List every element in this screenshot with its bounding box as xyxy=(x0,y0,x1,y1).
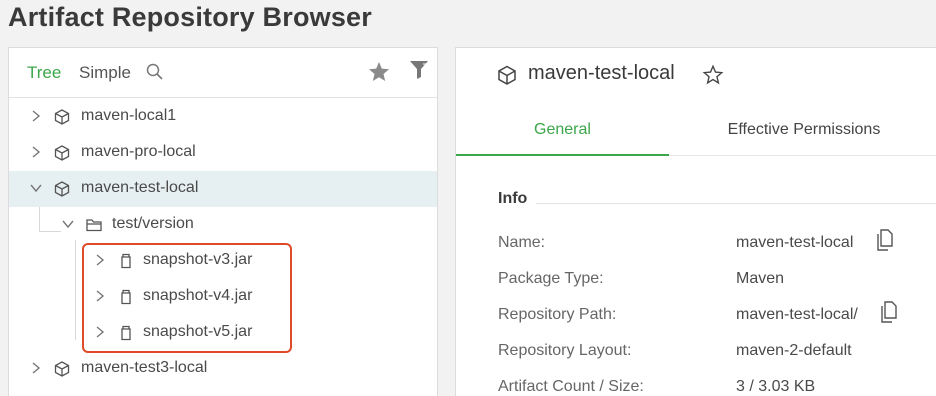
tree-item-maven-local1[interactable]: maven-local1 xyxy=(9,99,437,135)
highlight-annotation xyxy=(82,243,292,353)
repo-title: maven-test-local xyxy=(528,62,675,84)
tree-toolbar: Tree Simple xyxy=(9,48,437,98)
chevron-right-icon[interactable] xyxy=(29,145,43,159)
tree-item-maven-test-local[interactable]: maven-test-local xyxy=(9,171,437,207)
section-divider xyxy=(536,203,936,204)
filter-icon[interactable] xyxy=(407,58,431,82)
tab-general[interactable]: General xyxy=(456,110,669,156)
info-key: Repository Layout: xyxy=(498,342,632,359)
details-panel: maven-test-local General Effective Permi… xyxy=(455,47,936,396)
chevron-right-icon[interactable] xyxy=(29,361,43,375)
info-value: maven-test-local xyxy=(736,234,854,251)
tab-effective-permissions[interactable]: Effective Permissions xyxy=(669,110,936,156)
tree-item-label: test/version xyxy=(112,215,194,232)
tree-item-label: maven-pro-local xyxy=(81,143,196,160)
cube-icon xyxy=(54,109,70,125)
folder-icon xyxy=(86,219,102,232)
info-key: Artifact Count / Size: xyxy=(498,378,644,395)
info-row-package-type: Package Type: Maven xyxy=(498,270,936,306)
info-key: Repository Path: xyxy=(498,306,617,323)
info-value: 3 / 3.03 KB xyxy=(736,378,816,395)
cube-icon xyxy=(498,65,516,85)
star-icon[interactable] xyxy=(367,60,391,84)
cube-icon xyxy=(54,361,70,377)
page-title: Artifact Repository Browser xyxy=(8,2,372,32)
search-icon[interactable] xyxy=(145,62,165,82)
info-row-repository-layout: Repository Layout: maven-2-default xyxy=(498,342,936,378)
tab-tree[interactable]: Tree xyxy=(27,63,61,83)
detail-tabs: General Effective Permissions xyxy=(456,110,936,156)
tree-item-label: maven-local1 xyxy=(81,107,177,124)
info-row-name: Name: maven-test-local xyxy=(498,229,936,270)
chevron-down-icon[interactable] xyxy=(29,181,43,195)
tree-item-maven-test3-local[interactable]: maven-test3-local xyxy=(9,351,437,387)
chevron-right-icon[interactable] xyxy=(29,109,43,123)
info-value: maven-2-default xyxy=(736,342,852,359)
cube-icon xyxy=(54,181,70,197)
tab-simple[interactable]: Simple xyxy=(79,63,131,83)
tree-item-label: maven-test-local xyxy=(81,179,199,196)
cube-icon xyxy=(54,145,70,161)
info-row-artifact-count: Artifact Count / Size: 3 / 3.03 KB xyxy=(498,378,936,396)
copy-icon[interactable] xyxy=(878,300,900,324)
copy-icon[interactable] xyxy=(874,228,896,252)
info-value: Maven xyxy=(736,270,785,287)
info-row-repository-path: Repository Path: maven-test-local/ xyxy=(498,301,936,342)
chevron-down-icon[interactable] xyxy=(61,217,75,231)
tree-item-test-version[interactable]: test/version xyxy=(9,207,437,243)
star-icon[interactable] xyxy=(702,64,724,86)
section-title-info: Info xyxy=(498,190,528,207)
tree-panel: Tree Simple maven-local1 maven-pro-local… xyxy=(8,47,438,396)
info-key: Package Type: xyxy=(498,270,604,287)
tree-item-label: maven-test3-local xyxy=(81,359,208,376)
tree-item-maven-pro-local[interactable]: maven-pro-local xyxy=(9,135,437,171)
info-key: Name: xyxy=(498,234,546,251)
info-value: maven-test-local/ xyxy=(736,306,858,323)
